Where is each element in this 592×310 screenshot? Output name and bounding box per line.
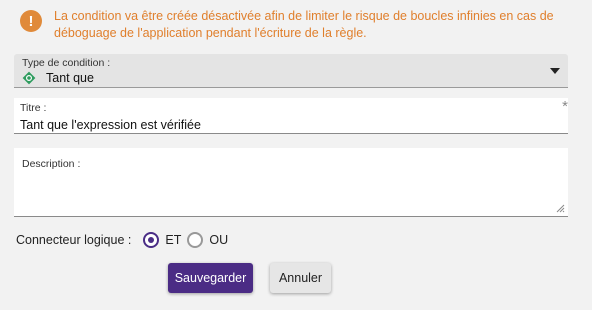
title-label: Titre : — [20, 102, 47, 114]
radio-ou[interactable] — [187, 232, 204, 248]
title-field[interactable]: Titre : Tant que l'expression est vérifi… — [14, 98, 568, 134]
save-button[interactable]: Sauvegarder — [168, 263, 253, 293]
description-field[interactable]: Description : — [14, 148, 568, 217]
radio-option-ou[interactable]: OU — [187, 232, 228, 248]
condition-type-select[interactable]: Type de condition : Tant que — [14, 54, 568, 88]
warning-icon: ! — [20, 10, 42, 32]
chevron-down-icon[interactable] — [550, 68, 560, 74]
description-label: Description : — [22, 158, 81, 170]
connector-label: Connecteur logique : — [16, 233, 132, 247]
cancel-button[interactable]: Annuler — [270, 263, 331, 293]
loop-diamond-icon — [22, 71, 36, 85]
warning-text: La condition va être créée désactivée af… — [54, 9, 554, 40]
title-input[interactable]: Tant que l'expression est vérifiée — [20, 118, 201, 132]
resize-handle-icon[interactable] — [556, 204, 565, 213]
radio-ou-label: OU — [209, 233, 229, 247]
condition-type-value: Tant que — [46, 71, 94, 85]
radio-option-et[interactable]: ET — [143, 232, 181, 248]
logic-connector-group: Connecteur logique : ET OU — [16, 232, 234, 248]
required-asterisk: * — [562, 98, 568, 115]
condition-type-label: Type de condition : — [22, 57, 111, 69]
radio-et[interactable] — [143, 232, 160, 248]
warning-message: ! La condition va être créée désactivée … — [20, 8, 580, 42]
condition-type-value-wrap: Tant que — [22, 71, 94, 85]
radio-et-label: ET — [165, 233, 182, 247]
